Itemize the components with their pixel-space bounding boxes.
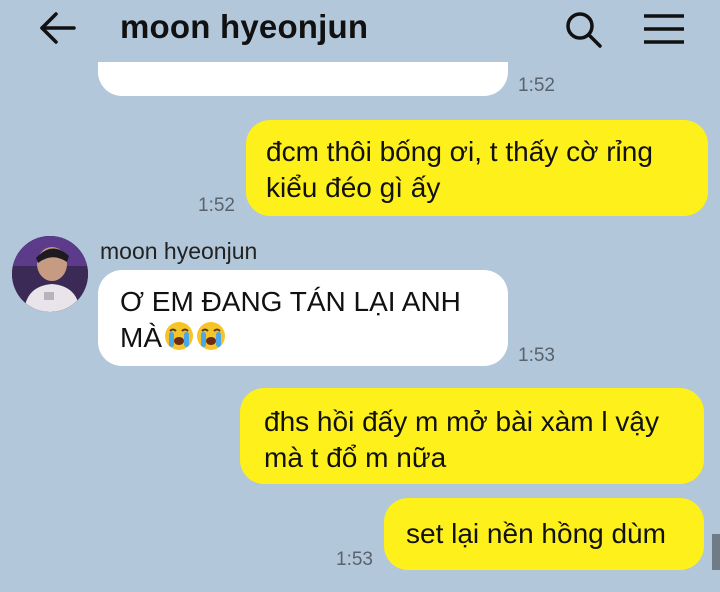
hamburger-menu-icon <box>644 14 684 44</box>
message-text: MÀ <box>120 322 162 353</box>
avatar-photo <box>12 236 88 312</box>
arrow-left-icon <box>40 12 76 44</box>
avatar[interactable] <box>12 236 88 312</box>
loudly-crying-face-emoji <box>164 321 194 351</box>
message-time: 1:53 <box>336 549 373 570</box>
message-line: Ơ EM ĐANG TÁN LẠI ANH <box>120 286 461 317</box>
outgoing-message-bubble[interactable]: set lại nền hồng dùm <box>384 498 704 570</box>
chat-title: moon hyeonjun <box>120 8 369 45</box>
message-time: 1:52 <box>518 75 555 96</box>
sender-name: moon hyeonjun <box>100 238 258 264</box>
scrollbar-thumb[interactable] <box>712 534 720 570</box>
back-button[interactable] <box>36 10 80 46</box>
message-time: 1:52 <box>198 195 235 216</box>
chat-area[interactable]: 1:52 đcm thôi bống ơi, t thấy cờ rỉng ki… <box>0 0 720 592</box>
outgoing-message-bubble[interactable]: đcm thôi bống ơi, t thấy cờ rỉng kiểu đé… <box>246 120 708 216</box>
message-time: 1:53 <box>518 345 555 366</box>
message-line: mà t đổ m nữa <box>264 442 447 473</box>
message-line: đcm thôi bống ơi, t thấy cờ rỉng <box>266 136 653 167</box>
outgoing-message-bubble[interactable]: đhs hồi đấy m mở bài xàm l vậy mà t đổ m… <box>240 388 704 484</box>
search-button[interactable] <box>562 8 606 52</box>
message-line: kiểu đéo gì ấy <box>266 172 441 203</box>
loudly-crying-face-emoji <box>196 321 226 351</box>
message-line: đhs hồi đấy m mở bài xàm l vậy <box>264 406 659 437</box>
incoming-message-bubble[interactable]: Ơ EM ĐANG TÁN LẠI ANH MÀ <box>98 270 508 366</box>
search-icon <box>566 12 602 48</box>
menu-button[interactable] <box>640 10 688 50</box>
chat-header: moon hyeonjun <box>0 0 720 62</box>
message-line: set lại nền hồng dùm <box>406 518 666 549</box>
message-line-with-emoji: MÀ <box>120 320 508 356</box>
